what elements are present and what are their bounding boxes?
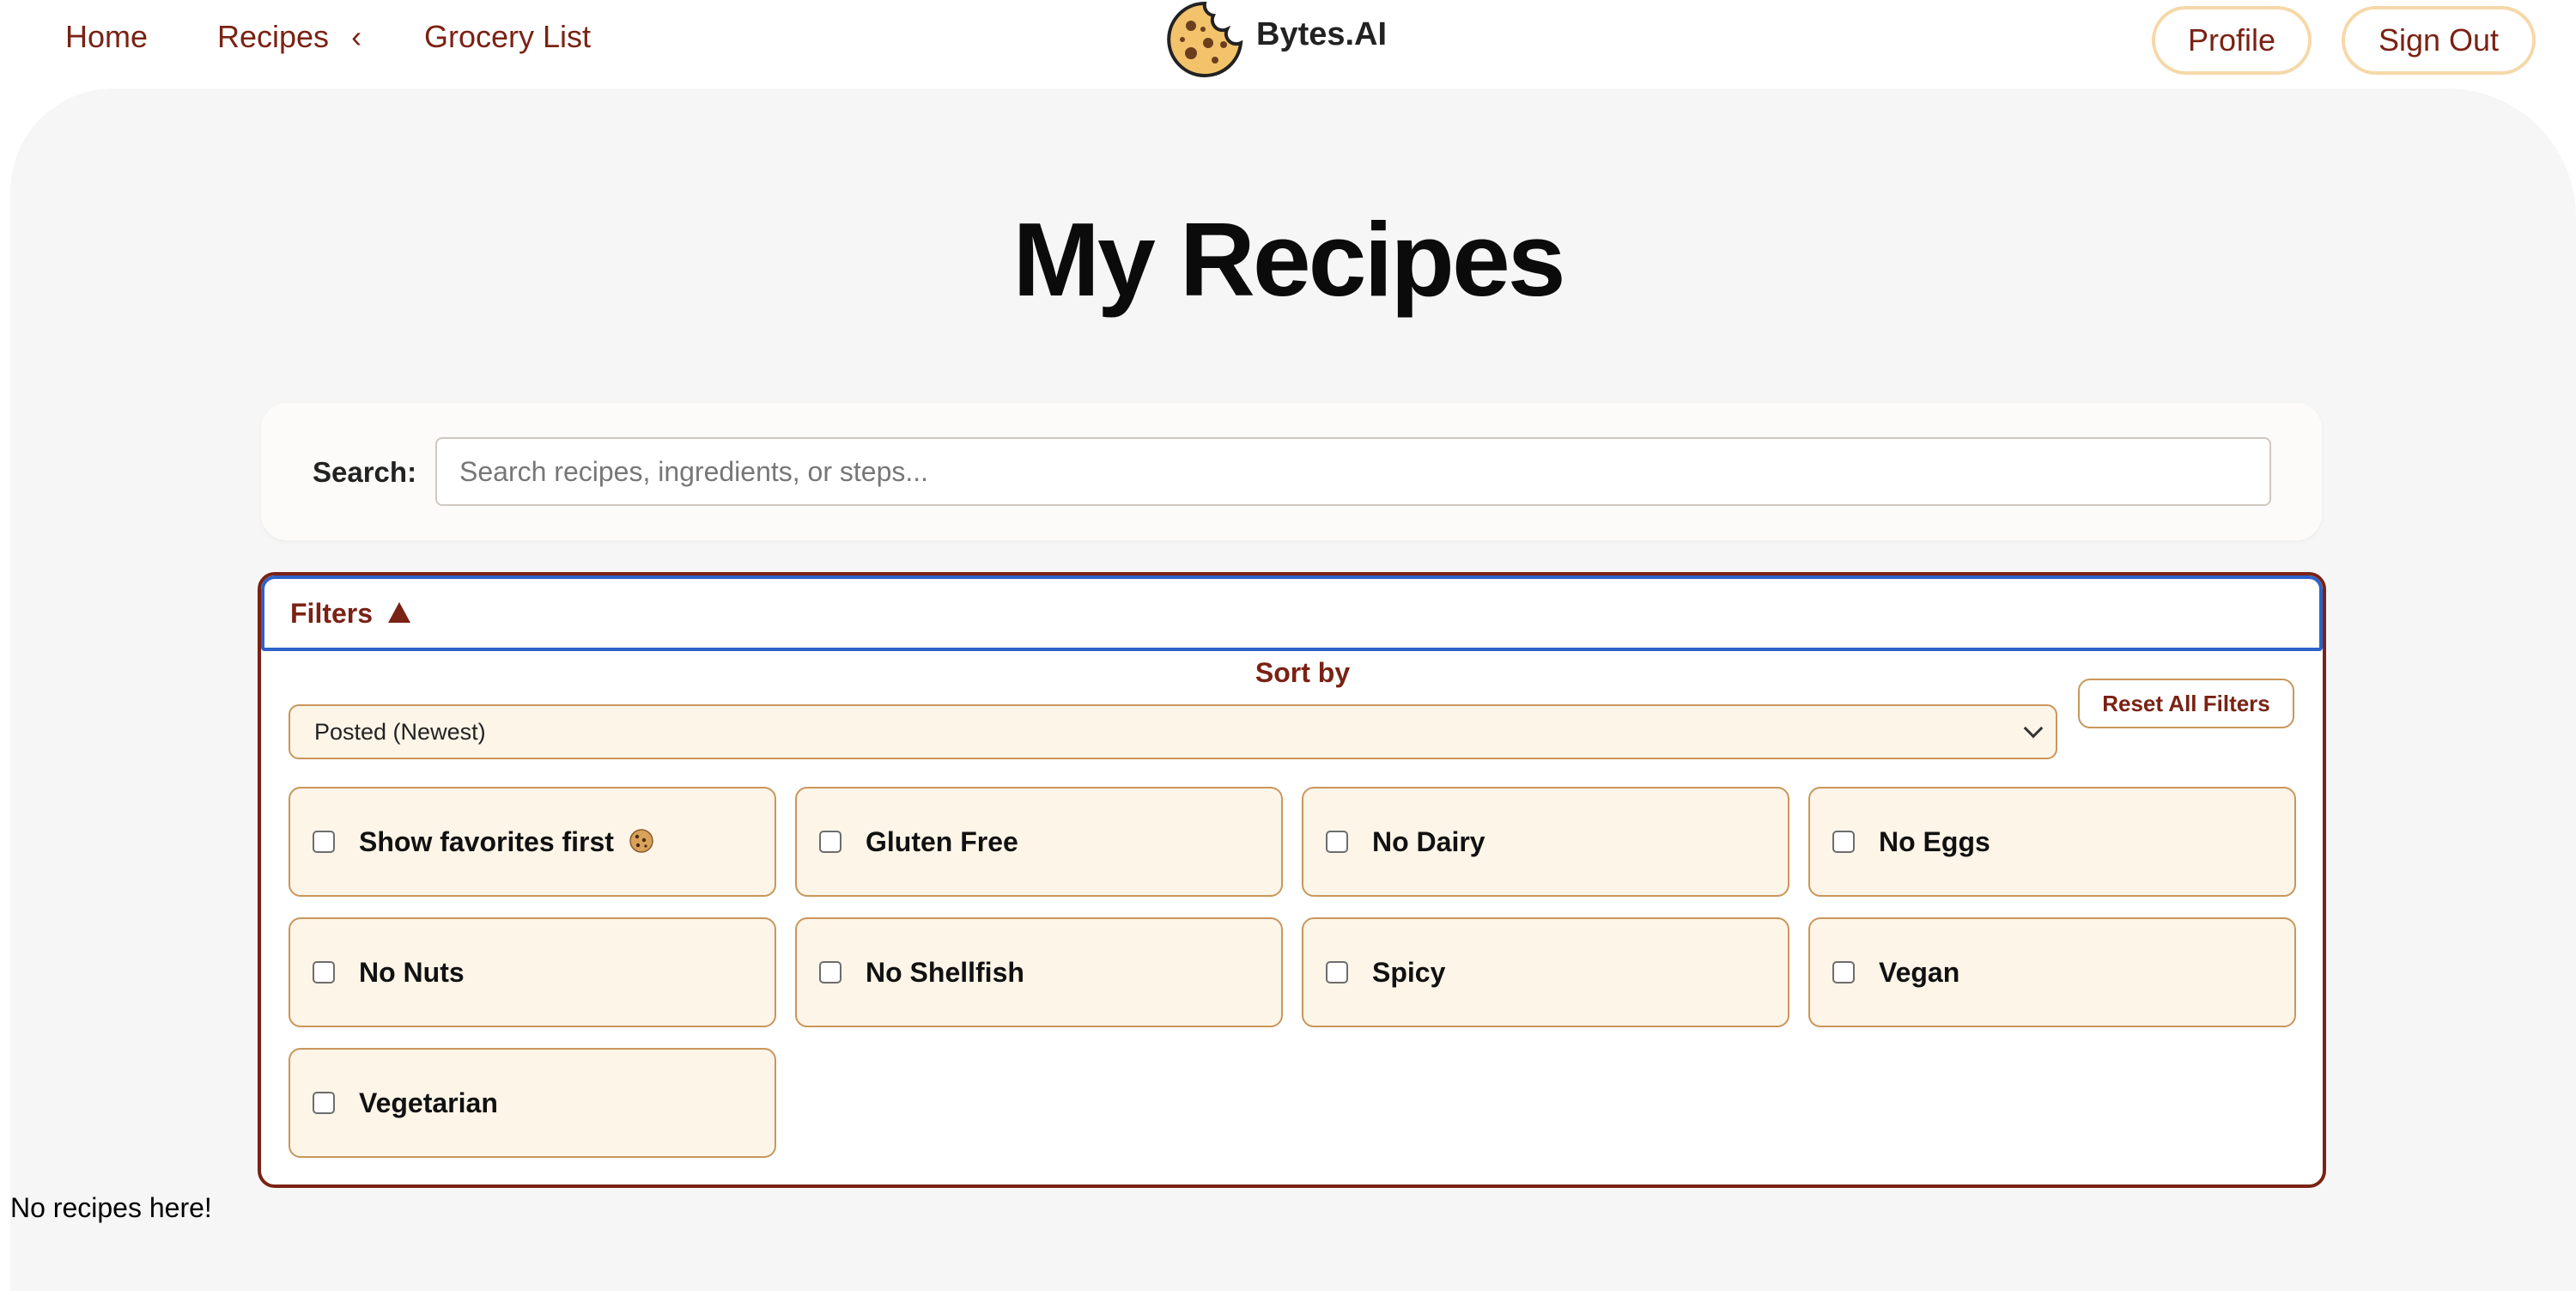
profile-button[interactable]: Profile xyxy=(2152,6,2312,75)
checkbox[interactable] xyxy=(313,831,335,853)
filter-chip-label: No Shellfish xyxy=(866,956,1024,988)
checkbox[interactable] xyxy=(313,961,335,983)
filter-chip-gluten-free[interactable]: Gluten Free xyxy=(795,787,1283,897)
filter-chip-label: No Nuts xyxy=(359,956,465,988)
filter-chip-vegan[interactable]: Vegan xyxy=(1808,917,2296,1027)
filter-chip-favorites[interactable]: Show favorites first xyxy=(289,787,776,897)
cookie-icon xyxy=(1167,1,1243,77)
filter-chip-spicy[interactable]: Spicy xyxy=(1302,917,1789,1027)
filter-chip-no-shellfish[interactable]: No Shellfish xyxy=(795,917,1283,1027)
empty-state-text: No recipes here! xyxy=(10,1192,212,1223)
filter-chip-no-dairy[interactable]: No Dairy xyxy=(1302,787,1789,897)
filters-title: Filters xyxy=(290,597,374,629)
search-label: Search: xyxy=(313,456,417,488)
reset-filters-button[interactable]: Reset All Filters xyxy=(2078,679,2294,728)
sort-label: Sort by xyxy=(1255,657,1351,688)
filter-chip-label: No Eggs xyxy=(1879,825,1990,857)
nav-grocery-link[interactable]: Grocery List xyxy=(424,19,591,55)
triangle-up-icon xyxy=(388,602,411,623)
page-title: My Recipes xyxy=(1012,201,1565,318)
sort-select-value: Posted (Newest) xyxy=(314,718,486,745)
filter-chip-no-eggs[interactable]: No Eggs xyxy=(1808,787,2296,897)
search-input[interactable] xyxy=(435,437,2271,506)
nav-home-link[interactable]: Home xyxy=(65,19,148,55)
filter-chip-label: No Dairy xyxy=(1372,825,1485,857)
cookie-icon xyxy=(629,829,653,853)
filter-chip-label: Vegetarian xyxy=(359,1087,498,1118)
checkbox[interactable] xyxy=(1832,831,1855,853)
search-card: Search: xyxy=(261,403,2322,540)
checkbox[interactable] xyxy=(819,961,841,983)
filter-chip-vegetarian[interactable]: Vegetarian xyxy=(289,1048,776,1158)
filter-chip-label: Show favorites first xyxy=(359,826,654,858)
checkbox[interactable] xyxy=(1326,831,1348,853)
brand-name: Bytes.AI xyxy=(1256,15,1388,52)
filter-chip-label-text: Show favorites first xyxy=(359,825,614,857)
brand[interactable]: Bytes.AI xyxy=(1165,0,1387,79)
filter-chip-no-nuts[interactable]: No Nuts xyxy=(289,917,776,1027)
chevron-left-icon: ‹ xyxy=(351,19,362,54)
chevron-down-icon xyxy=(2023,718,2044,739)
checkbox[interactable] xyxy=(819,831,841,853)
nav-recipes-link[interactable]: Recipes ‹ xyxy=(217,19,361,55)
checkbox[interactable] xyxy=(1326,961,1348,983)
filters-toggle[interactable]: Filters xyxy=(261,575,2323,651)
navbar: Home Recipes ‹ Grocery List Bytes.AI Pro… xyxy=(0,0,2576,86)
filters-panel: Filters Sort by Posted (Newest) Reset Al… xyxy=(258,572,2326,1188)
nav-recipes-label: Recipes xyxy=(217,19,330,54)
filter-chip-label: Vegan xyxy=(1879,956,1960,988)
sign-out-button[interactable]: Sign Out xyxy=(2342,6,2536,75)
filter-chip-label: Spicy xyxy=(1372,956,1446,988)
checkbox[interactable] xyxy=(313,1092,335,1114)
filter-chip-label: Gluten Free xyxy=(866,825,1018,857)
checkbox[interactable] xyxy=(1832,961,1855,983)
sort-select[interactable]: Posted (Newest) xyxy=(289,704,2057,759)
